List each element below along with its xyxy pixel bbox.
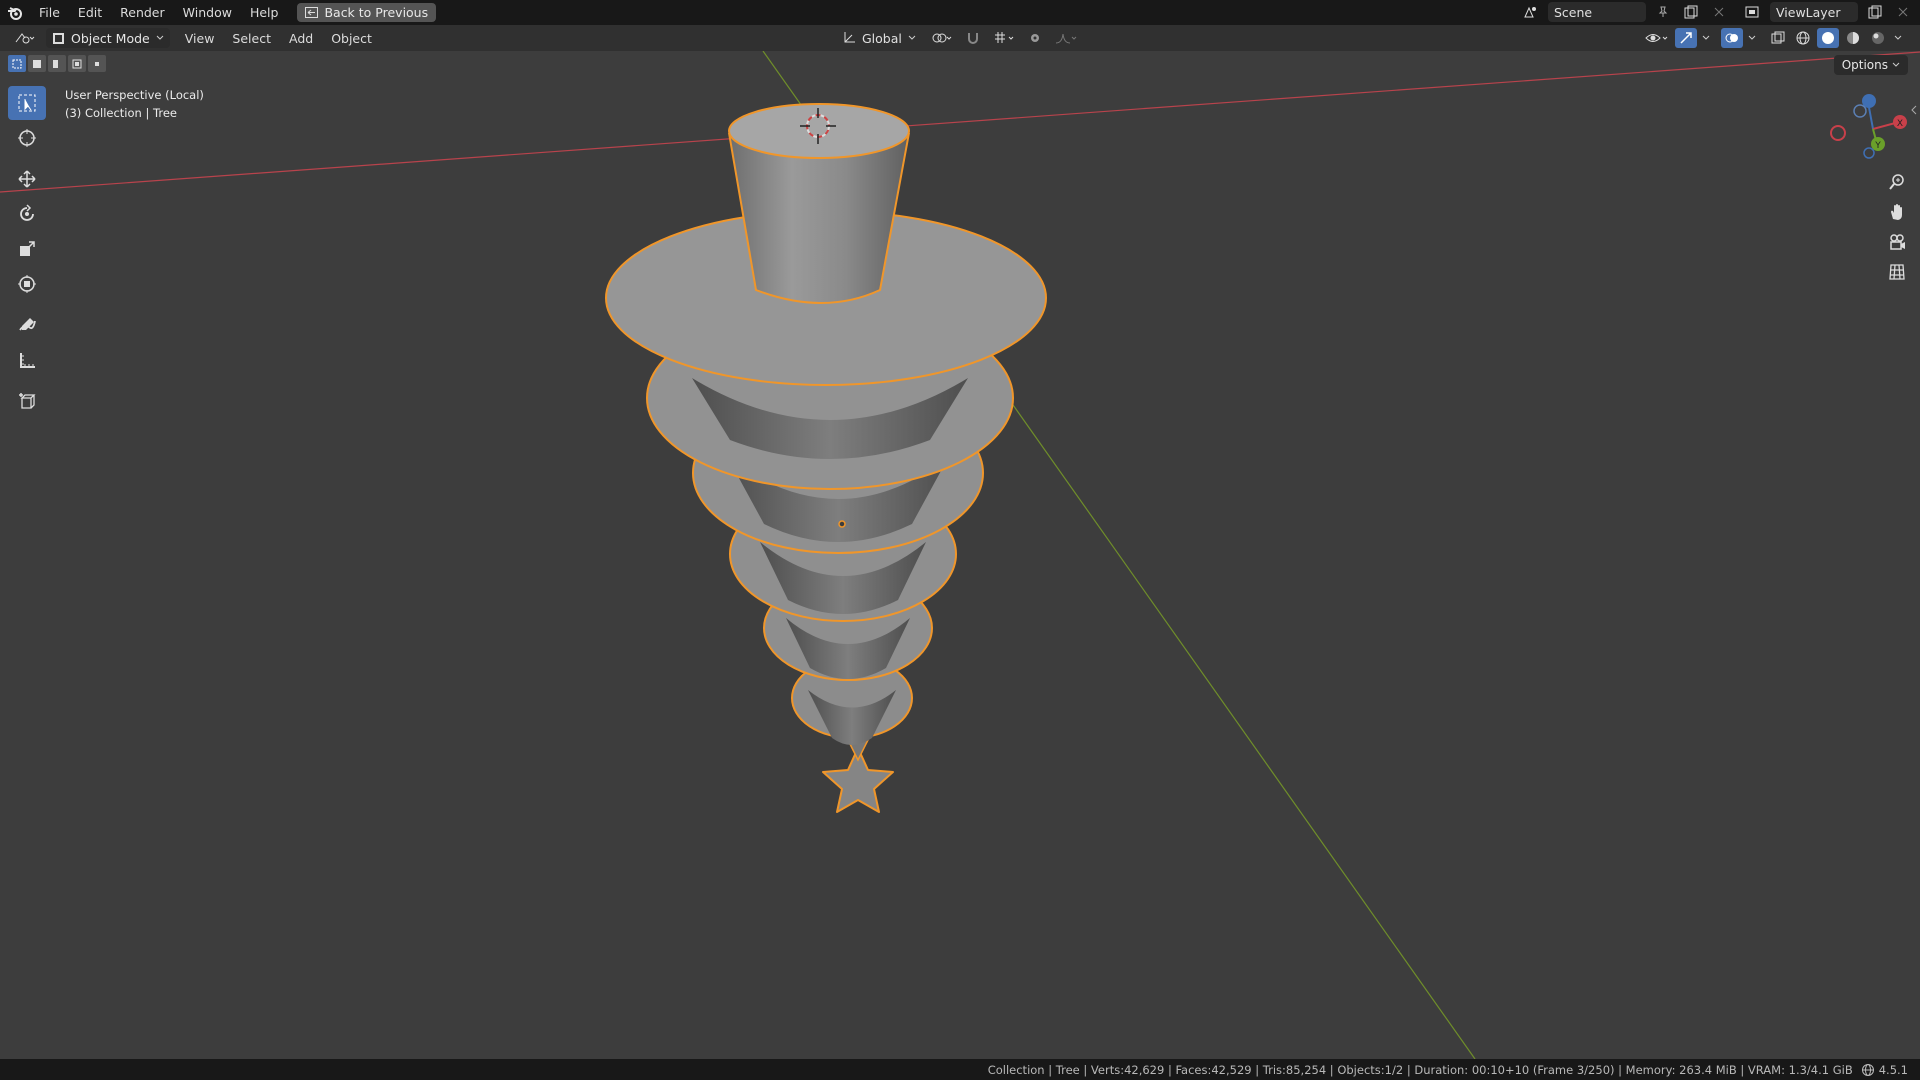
- viewport-info: User Perspective (Local) (3) Collection …: [65, 86, 204, 122]
- pan-hand-icon[interactable]: [1884, 200, 1910, 224]
- viewport-header: Object Mode View Select Add Object Globa…: [0, 25, 1920, 51]
- transform-orientation-dropdown[interactable]: Global: [836, 28, 922, 48]
- annotate-tool-icon[interactable]: [8, 308, 46, 342]
- object-mode-label: Object Mode: [71, 30, 150, 46]
- object-mode-icon: [53, 32, 64, 44]
- select-box-tool-icon[interactable]: [8, 86, 46, 120]
- shading-wireframe-icon[interactable]: [1792, 28, 1814, 48]
- perspective-label: User Perspective (Local): [65, 88, 204, 102]
- selection-mode-group: [8, 55, 106, 72]
- select-extend-icon[interactable]: [28, 55, 46, 72]
- orientation-axes-icon: [844, 32, 855, 43]
- editor-type-icon[interactable]: [10, 28, 40, 48]
- delete-view-layer-icon[interactable]: [1892, 2, 1914, 22]
- network-globe-icon: [1861, 1063, 1879, 1077]
- pin-scene-icon[interactable]: [1652, 2, 1674, 22]
- select-new-icon[interactable]: [8, 55, 26, 72]
- visibility-eye-icon[interactable]: [1642, 28, 1672, 48]
- top-bar: File Edit Render Window Help Back to Pre…: [0, 0, 1920, 25]
- collection-label: (3) Collection | Tree: [65, 106, 177, 120]
- snap-target-icon[interactable]: [990, 28, 1018, 48]
- gizmo-toggle-icon[interactable]: [1675, 28, 1697, 48]
- shading-material-icon[interactable]: [1842, 28, 1864, 48]
- gizmo-x-label: X: [1897, 119, 1903, 129]
- menu-window[interactable]: Window: [174, 5, 241, 20]
- gizmo-dropdown-icon[interactable]: [1700, 28, 1712, 48]
- navigation-gizmo[interactable]: X Y: [1830, 94, 1907, 159]
- view-layer-name: ViewLayer: [1776, 4, 1841, 20]
- proportional-editing-icon[interactable]: [1024, 28, 1046, 48]
- scene-statistics: Collection | Tree | Verts:42,629 | Faces…: [987, 1062, 1853, 1077]
- xray-toggle-icon[interactable]: [1767, 28, 1789, 48]
- delete-scene-icon[interactable]: [1708, 2, 1730, 22]
- ortho-grid-icon[interactable]: [1884, 260, 1910, 284]
- chevron-down-icon: [1892, 62, 1900, 67]
- back-to-previous-button[interactable]: Back to Previous: [297, 3, 437, 22]
- rotate-tool-icon[interactable]: [8, 197, 46, 231]
- object-mode-dropdown[interactable]: Object Mode: [46, 28, 170, 48]
- falloff-icon[interactable]: [1052, 28, 1080, 48]
- view-layer-icon[interactable]: [1742, 2, 1764, 22]
- menu-view[interactable]: View: [176, 31, 224, 46]
- chevron-down-icon: [156, 35, 164, 40]
- move-tool-icon[interactable]: [8, 162, 46, 196]
- chevron-down-icon: [908, 35, 916, 40]
- select-invert-icon[interactable]: [68, 55, 86, 72]
- select-intersect-icon[interactable]: [88, 55, 106, 72]
- scene-name: Scene: [1554, 4, 1593, 20]
- add-cube-tool-icon[interactable]: [8, 384, 46, 418]
- cursor-tool-icon[interactable]: [8, 121, 46, 155]
- blender-logo-icon[interactable]: [0, 6, 30, 20]
- menu-render[interactable]: Render: [111, 5, 174, 20]
- measure-tool-icon[interactable]: [8, 343, 46, 377]
- tool-shelf: [8, 86, 48, 419]
- version-label: 4.5.1: [1878, 1062, 1908, 1077]
- view-layer-field[interactable]: ViewLayer: [1770, 2, 1858, 22]
- camera-view-icon[interactable]: [1884, 230, 1910, 254]
- object-origin-dot: [838, 520, 846, 528]
- menu-add[interactable]: Add: [280, 31, 322, 46]
- orientation-label: Global: [862, 30, 902, 46]
- menu-select[interactable]: Select: [223, 31, 280, 46]
- menu-object[interactable]: Object: [322, 31, 381, 46]
- new-scene-icon[interactable]: [1680, 2, 1702, 22]
- back-to-previous-label: Back to Previous: [324, 5, 429, 20]
- shading-rendered-icon[interactable]: [1867, 28, 1889, 48]
- select-subtract-icon[interactable]: [48, 55, 66, 72]
- scene-selector-icon[interactable]: [1520, 2, 1542, 22]
- scene-field[interactable]: Scene: [1548, 2, 1646, 22]
- overlays-toggle-icon[interactable]: [1721, 28, 1743, 48]
- shading-dropdown-icon[interactable]: [1892, 28, 1904, 48]
- zoom-icon[interactable]: [1884, 170, 1910, 194]
- gizmo-y-label: Y: [1874, 141, 1881, 151]
- menu-file[interactable]: File: [30, 5, 69, 20]
- overlays-dropdown-icon[interactable]: [1746, 28, 1758, 48]
- scale-tool-icon[interactable]: [8, 232, 46, 266]
- options-label: Options: [1841, 58, 1888, 72]
- options-dropdown[interactable]: Options: [1833, 55, 1908, 75]
- transform-tool-icon[interactable]: [8, 267, 46, 301]
- viewport-navigation: [1884, 170, 1910, 284]
- status-bar: Collection | Tree | Verts:42,629 | Faces…: [0, 1059, 1920, 1080]
- x-axis-line: [0, 51, 1920, 193]
- snap-toggle-icon[interactable]: [962, 28, 984, 48]
- viewport-canvas[interactable]: X Y: [0, 51, 1920, 1059]
- pivot-point-icon[interactable]: [928, 28, 956, 48]
- tree-object[interactable]: [605, 103, 1047, 813]
- sidebar-toggle-icon[interactable]: [1910, 102, 1918, 116]
- shading-solid-icon[interactable]: [1817, 28, 1839, 48]
- new-view-layer-icon[interactable]: [1864, 2, 1886, 22]
- back-icon: [305, 7, 319, 18]
- menu-edit[interactable]: Edit: [69, 5, 111, 20]
- menu-help[interactable]: Help: [241, 5, 288, 20]
